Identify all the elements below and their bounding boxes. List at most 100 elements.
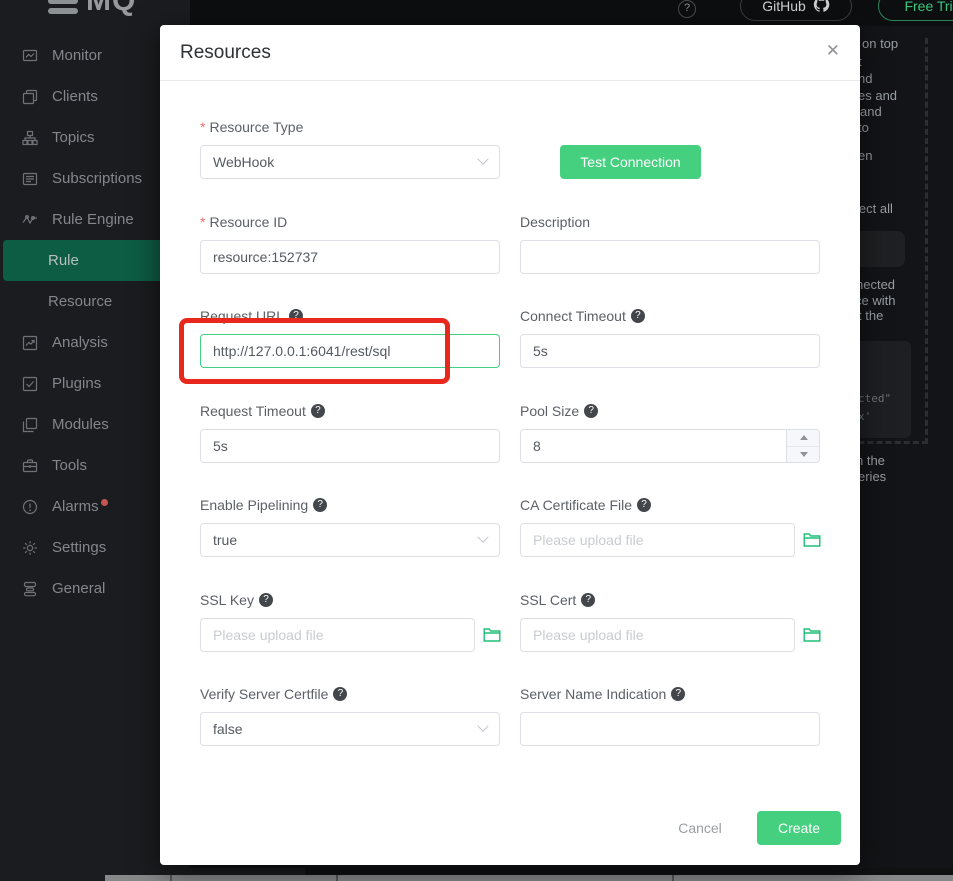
background-text-fragment: n the bbox=[856, 453, 885, 468]
field-verify-server-certfile: Verify Server Certfile ? false bbox=[200, 685, 500, 703]
field-connect-timeout: Connect Timeout ? bbox=[520, 307, 820, 325]
sidebar-item-label: General bbox=[52, 580, 105, 597]
ssl-key-label: SSL Key bbox=[200, 592, 254, 608]
required-asterisk: * bbox=[200, 119, 205, 135]
field-description: Description bbox=[520, 213, 820, 231]
github-icon bbox=[813, 0, 830, 16]
alarms-icon bbox=[22, 499, 38, 515]
ssl-cert-label: SSL Cert bbox=[520, 592, 576, 608]
ssl-cert-input[interactable] bbox=[520, 618, 795, 652]
field-ssl-key: SSL Key ? bbox=[200, 591, 500, 609]
sidebar-item-rule[interactable]: Rule bbox=[3, 240, 164, 281]
emqx-dashboard: cted" x' on toptndes andandtoenlect alln… bbox=[0, 0, 953, 881]
field-ssl-cert: SSL Cert ? bbox=[520, 591, 820, 609]
sidebar-item-label: Tools bbox=[52, 457, 87, 474]
sidebar-item-label: Clients bbox=[52, 88, 98, 105]
close-icon[interactable]: ✕ bbox=[826, 41, 840, 61]
sidebar-item-label: Subscriptions bbox=[52, 170, 142, 187]
stepper-up-icon[interactable] bbox=[787, 430, 820, 446]
background-text-fragment: nected bbox=[856, 277, 895, 292]
request-timeout-input[interactable] bbox=[200, 429, 500, 463]
modal-header-divider bbox=[160, 80, 860, 81]
help-icon[interactable]: ? bbox=[333, 687, 347, 701]
help-icon[interactable]: ? bbox=[311, 404, 325, 418]
folder-upload-icon[interactable] bbox=[803, 627, 821, 647]
ssl-key-input[interactable] bbox=[200, 618, 475, 652]
sidebar-item-label: Settings bbox=[52, 539, 106, 556]
background-text-fragment: es and bbox=[858, 88, 897, 103]
background-text-fragment: on top bbox=[862, 36, 898, 51]
github-button[interactable]: GitHub bbox=[740, 0, 852, 21]
field-request-url: Request URL ? bbox=[200, 307, 500, 325]
description-label: Description bbox=[520, 214, 590, 230]
topics-icon bbox=[22, 130, 38, 146]
description-input[interactable] bbox=[520, 240, 820, 274]
resource-type-select[interactable]: WebHook bbox=[200, 145, 500, 179]
field-resource-id: * Resource ID bbox=[200, 213, 500, 231]
background-text-fragment: en bbox=[858, 148, 872, 163]
ca-certificate-input[interactable] bbox=[520, 523, 795, 557]
field-pool-size: Pool Size ? bbox=[520, 402, 820, 420]
request-url-input[interactable] bbox=[200, 334, 500, 368]
sidebar-item-label: Topics bbox=[52, 129, 95, 146]
alarm-badge bbox=[101, 499, 108, 506]
clients-icon bbox=[22, 89, 38, 105]
help-icon[interactable]: ? bbox=[584, 404, 598, 418]
sidebar-item-label: Modules bbox=[52, 416, 109, 433]
rule-engine-icon bbox=[22, 212, 38, 228]
connect-timeout-input[interactable] bbox=[520, 334, 820, 368]
field-server-name-indication: Server Name Indication ? bbox=[520, 685, 820, 703]
help-icon[interactable]: ? bbox=[631, 309, 645, 323]
help-icon[interactable]: ? bbox=[671, 687, 685, 701]
monitor-icon bbox=[22, 48, 38, 64]
folder-upload-icon[interactable] bbox=[483, 627, 501, 647]
verify-server-certfile-select[interactable]: false bbox=[200, 712, 500, 746]
emqx-logo[interactable]: MQ bbox=[48, 0, 136, 18]
cancel-button[interactable]: Cancel bbox=[660, 811, 740, 845]
background-text-fragment: eries bbox=[858, 469, 886, 484]
background-text-fragment: ce with bbox=[855, 293, 895, 308]
chevron-down-icon bbox=[477, 154, 488, 165]
settings-icon bbox=[22, 540, 38, 556]
resources-modal: Resources ✕ * Resource Type WebHook Test… bbox=[160, 25, 860, 865]
help-icon[interactable]: ? bbox=[637, 498, 651, 512]
sidebar-item-label: Rule bbox=[48, 252, 79, 269]
help-icon[interactable]: ? bbox=[289, 309, 303, 323]
server-name-indication-input[interactable] bbox=[520, 712, 820, 746]
background-text-fragment: lect all bbox=[856, 201, 893, 216]
horizontal-scrollbar[interactable] bbox=[105, 875, 953, 881]
help-icon[interactable]: ? bbox=[313, 498, 327, 512]
number-stepper[interactable] bbox=[786, 430, 819, 462]
help-icon[interactable]: ? bbox=[259, 593, 273, 607]
folder-upload-icon[interactable] bbox=[803, 532, 821, 552]
pool-size-input[interactable] bbox=[520, 429, 820, 463]
modal-title: Resources bbox=[180, 42, 271, 64]
sidebar-item-label: Monitor bbox=[52, 47, 102, 64]
help-icon[interactable]: ? bbox=[678, 0, 696, 18]
emqx-logo-bars-icon bbox=[48, 0, 78, 14]
help-icon[interactable]: ? bbox=[581, 593, 595, 607]
tools-icon bbox=[22, 458, 38, 474]
github-label: GitHub bbox=[762, 0, 806, 14]
verify-server-certfile-value: false bbox=[213, 721, 243, 737]
ca-certificate-label: CA Certificate File bbox=[520, 497, 632, 513]
background-button-fragment bbox=[853, 231, 905, 267]
free-trial-button[interactable]: Free Trial bbox=[878, 0, 953, 21]
background-text-fragment: nd bbox=[858, 71, 872, 86]
test-connection-button[interactable]: Test Connection bbox=[560, 145, 701, 179]
stepper-down-icon[interactable] bbox=[787, 446, 820, 462]
field-resource-type: * Resource Type WebHook bbox=[200, 118, 500, 136]
resource-id-label: Resource ID bbox=[209, 214, 287, 230]
enable-pipelining-select[interactable]: true bbox=[200, 523, 500, 557]
create-button[interactable]: Create bbox=[757, 811, 841, 845]
analysis-icon bbox=[22, 335, 38, 351]
sidebar-item-label: Alarms bbox=[52, 498, 99, 515]
sidebar-item-label: Plugins bbox=[52, 375, 101, 392]
field-enable-pipelining: Enable Pipelining ? true bbox=[200, 496, 500, 514]
resource-id-input[interactable] bbox=[200, 240, 500, 274]
modules-icon bbox=[22, 417, 38, 433]
sidebar-item-label: Analysis bbox=[52, 334, 108, 351]
pool-size-label: Pool Size bbox=[520, 403, 579, 419]
general-icon bbox=[22, 581, 38, 597]
subscriptions-icon bbox=[22, 171, 38, 187]
